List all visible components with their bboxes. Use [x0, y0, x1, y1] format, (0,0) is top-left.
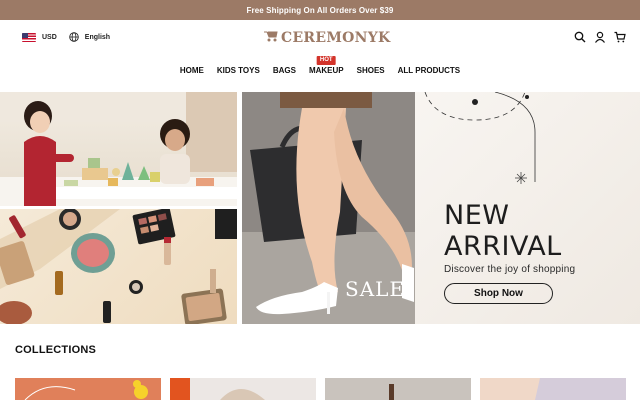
nav-item-shoes[interactable]: SHOES: [357, 66, 385, 80]
sale-image[interactable]: SALE: [242, 92, 415, 324]
header-actions: [574, 31, 626, 43]
site-logo[interactable]: CEREMONYK: [263, 29, 390, 47]
cart-icon[interactable]: [614, 31, 626, 43]
new-arrival-line1: NEW: [444, 200, 510, 231]
nav-item-bags[interactable]: BAGS: [273, 66, 296, 80]
nav-item-kids-toys[interactable]: KIDS TOYS: [217, 66, 260, 80]
nav-item-home[interactable]: HOME: [180, 66, 204, 80]
kids-toys-image[interactable]: [0, 92, 237, 206]
sale-text: SALE: [345, 277, 406, 301]
new-arrival-subtitle: Discover the joy of shopping: [444, 264, 576, 275]
nav-item-all-products[interactable]: ALL PRODUCTS: [398, 66, 461, 80]
new-arrival-panel: NEW ARRIVAL Discover the joy of shopping…: [415, 92, 640, 324]
site-header: USD English CEREMONYK: [0, 20, 640, 58]
announcement-text: Free Shipping On All Orders Over $39: [246, 5, 394, 15]
collection-card-makeup[interactable]: [325, 378, 471, 400]
currency-label[interactable]: USD: [42, 34, 57, 41]
main-nav: HOME KIDS TOYS BAGS HOT MAKEUP SHOES ALL…: [0, 56, 640, 80]
user-icon[interactable]: [594, 31, 606, 43]
hot-badge: HOT: [316, 56, 336, 65]
collections-title: COLLECTIONS: [15, 344, 97, 356]
collection-card-bags[interactable]: [170, 378, 316, 400]
language-label[interactable]: English: [85, 34, 110, 41]
makeup-image[interactable]: [0, 209, 237, 324]
new-arrival-line2: ARRIVAL: [444, 231, 562, 262]
nav-item-makeup-label: MAKEUP: [308, 66, 344, 75]
collection-card-shoes[interactable]: [480, 378, 626, 400]
search-icon[interactable]: [574, 31, 586, 43]
nav-item-makeup[interactable]: HOT MAKEUP: [308, 56, 344, 80]
new-arrival-heading: NEW ARRIVAL: [444, 200, 562, 262]
stroller-logo-icon: [263, 29, 278, 47]
shop-now-button[interactable]: Shop Now: [444, 283, 553, 304]
logo-text: CEREMONYK: [281, 30, 391, 46]
collection-card-kids[interactable]: [15, 378, 161, 400]
us-flag-icon: [22, 32, 36, 42]
announcement-bar: Free Shipping On All Orders Over $39: [0, 0, 640, 20]
globe-icon: [69, 32, 79, 42]
locale-selector[interactable]: USD English: [22, 32, 110, 42]
hero-banner: SALE NEW ARRIVAL Discover the joy of sho…: [0, 92, 640, 324]
